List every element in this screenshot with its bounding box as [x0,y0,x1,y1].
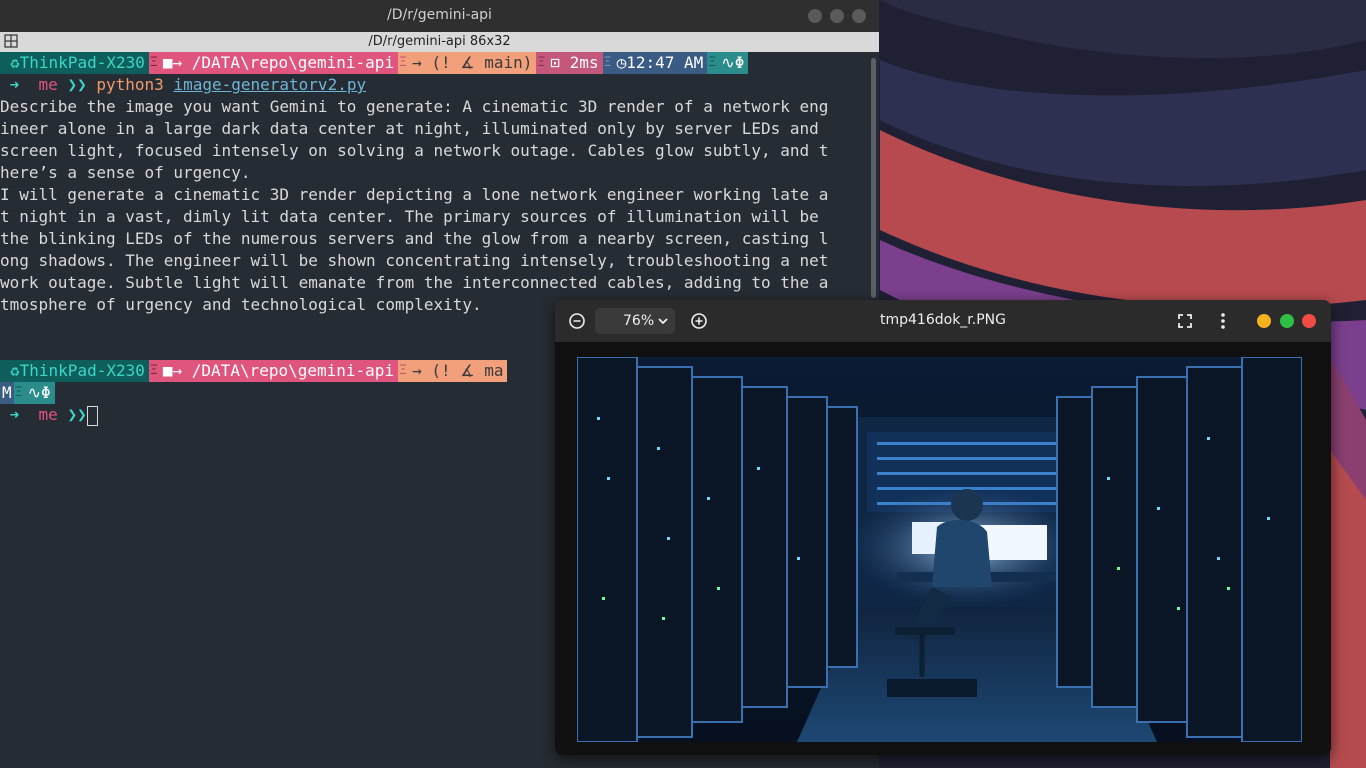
prompt-line: ♻ThinkPad-X230 Ξ ■→ /DATA\repo\gemini-api Ξ… [0,52,870,74]
prompt-host-segment: ♻ThinkPad-X230 [0,52,149,74]
command-name: python3 [96,75,164,94]
stopwatch-icon: ⊡ [550,53,561,72]
prompt-path: /DATA\repo\gemini-api [191,53,395,72]
image-canvas[interactable] [555,342,1331,755]
prompt-arrow-icon: ➜ [9,405,20,424]
git-branch: (ǃ ∡ main) [431,53,533,72]
output-line: Describe the image you want Gemini to ge… [0,97,829,116]
command-duration: 2ms [569,53,599,72]
segment-separator: Ξ [148,52,159,74]
generated-image [577,357,1302,742]
segment-separator: Ξ [398,360,409,382]
prompt-user: me [38,75,58,94]
recycle-icon: ♻ [10,53,20,72]
command-argument-link[interactable]: image-generatorv2.py [173,75,366,94]
output-line: work outage. Subtle light will emanate f… [0,273,829,292]
prompt-status-segment: ∿Φ [23,382,55,404]
prompt-status: Φ [734,53,745,72]
prompt-wrap-char: M [0,382,14,404]
close-button[interactable] [852,9,866,23]
pulse-icon: ∿ [27,383,42,402]
output-line: t night in a vast, dimly lit data center… [0,207,819,226]
prompt-path-segment: ■→ /DATA\repo\gemini-api [158,52,399,74]
prompt-git-segment: → (ǃ ∡ main) [408,52,537,74]
prompt-path-segment: ■→ /DATA\repo\gemini-api [158,360,399,382]
prompt-chevron-icon: ❯❯ [67,405,87,424]
minimize-button[interactable] [808,9,822,23]
segment-separator: Ξ [602,52,613,74]
terminal-tab-title[interactable]: /D/r/gemini-api 86x32 [0,34,879,49]
terminal-scrollbar[interactable] [871,58,876,298]
git-branch: (ǃ ∡ ma [431,361,504,380]
output-line: ong shadows. The engineer will be shown … [0,251,829,270]
prompt-path: /DATA\repo\gemini-api [191,361,395,380]
pulse-icon: ∿ [721,53,735,72]
terminal-titlebar[interactable]: /D/r/gemini-api [0,0,879,32]
output-line: here’s a sense of urgency. [0,163,251,182]
segment-separator: Ξ [148,360,159,382]
image-viewer-window[interactable]: 76% tmp416dok_r.PNG [555,300,1331,755]
prompt-git-segment: → (ǃ ∡ ma [408,360,508,382]
fullscreen-icon[interactable] [1174,310,1196,332]
output-line: ineer alone in a large dark data center … [0,119,819,138]
maximize-button[interactable] [830,9,844,23]
image-viewer-headerbar[interactable]: 76% tmp416dok_r.PNG [555,300,1331,342]
zoom-level-dropdown[interactable]: 76% [595,308,675,334]
segment-separator: Ξ [536,52,547,74]
kebab-menu-icon[interactable] [1212,310,1234,332]
recycle-icon: ♻ [10,361,20,380]
prompt-user: me [38,405,58,424]
prompt-arrow-icon: ➜ [9,75,20,94]
command-line: ➜ me ❯❯ python3 image-generatorv2.py [0,74,870,96]
zoom-out-icon[interactable] [566,310,588,332]
image-viewer-title: tmp416dok_r.PNG [880,312,1006,328]
segment-separator: Ξ [398,52,409,74]
prompt-status: Φ [41,383,51,402]
chevron-down-icon [658,318,668,325]
minimize-button[interactable] [1257,314,1271,328]
zoom-in-icon[interactable] [688,310,710,332]
output-line: screen light, focused intensely on solvi… [0,141,829,160]
output-line: I will generate a cinematic 3D render de… [0,185,829,204]
prompt-host-segment: ♻ThinkPad-X230 [0,360,149,382]
terminal-title: /D/r/gemini-api [387,7,492,23]
folder-icon: ■ [162,53,173,72]
prompt-status-segment: ∿Φ [717,52,749,74]
clock-icon: ◷ [616,53,627,72]
segment-separator: Ξ [13,382,24,404]
prompt-host: ThinkPad-X230 [19,53,145,72]
prompt-chevron-icon: ❯❯ [67,75,87,94]
zoom-level: 76% [623,313,655,329]
terminal-tab-bar[interactable]: /D/r/gemini-api 86x32 [0,32,879,52]
segment-separator: Ξ [707,52,718,74]
prompt-time: 12:47 AM [626,53,704,72]
output-line: the blinking LEDs of the numerous server… [0,229,829,248]
prompt-host: ThinkPad-X230 [19,361,145,380]
prompt-time-segment: ◷12:47 AM [612,52,708,74]
prompt-duration-segment: ⊡ 2ms [546,52,603,74]
maximize-button[interactable] [1280,314,1294,328]
text-cursor[interactable] [86,405,98,426]
close-button[interactable] [1302,314,1316,328]
folder-icon: ■ [162,361,173,380]
